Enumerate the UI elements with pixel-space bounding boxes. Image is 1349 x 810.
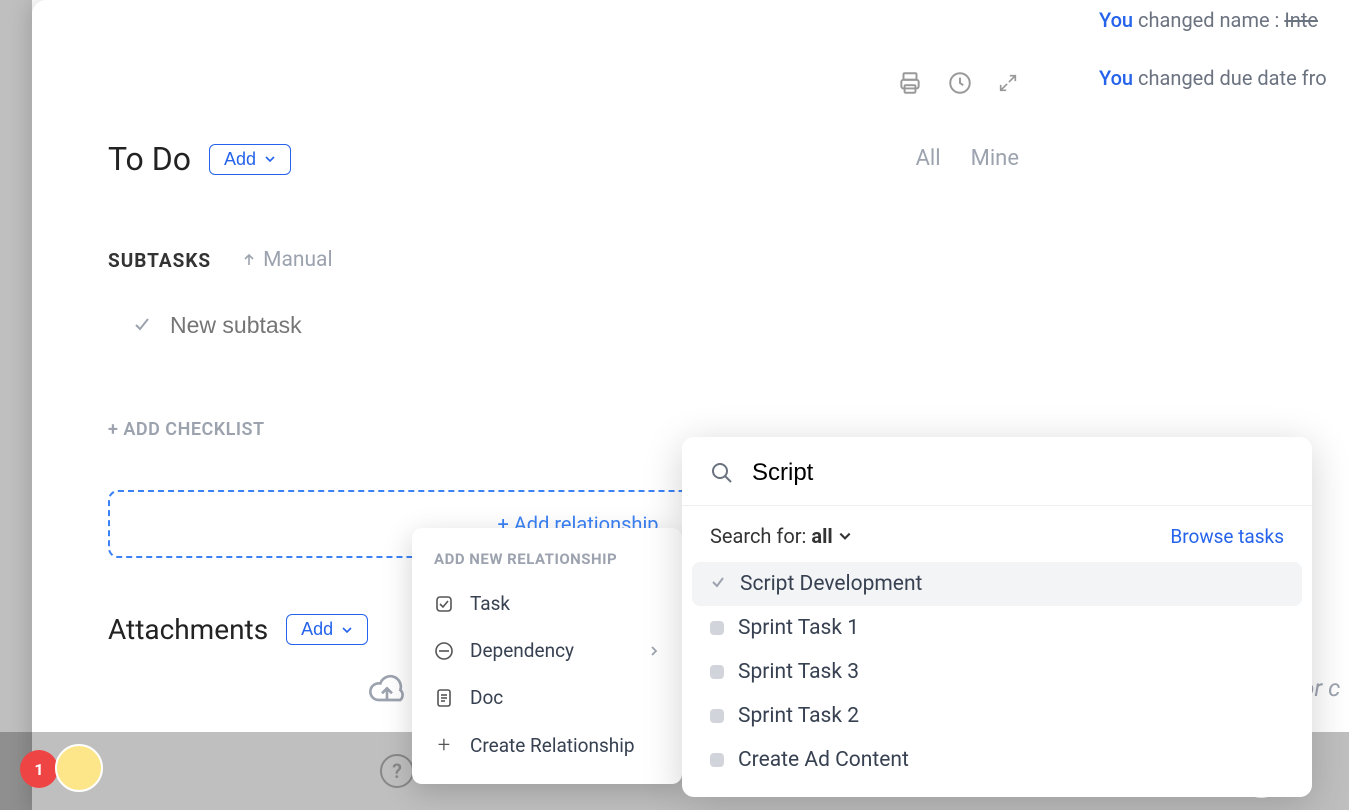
chevron-down-icon: [341, 624, 353, 636]
status-add-button[interactable]: Add: [209, 144, 291, 175]
search-for-label[interactable]: Search for: all: [710, 524, 852, 548]
activity-user: You: [1099, 8, 1133, 32]
status-box-icon: [710, 621, 724, 635]
subtask-row: [108, 312, 1058, 339]
search-result-item[interactable]: Create Ad Content: [692, 738, 1302, 782]
left-backdrop: [0, 0, 32, 810]
task-icon: [434, 594, 454, 614]
search-result-item[interactable]: Sprint Task 1: [692, 606, 1302, 650]
cloud-upload-icon: [367, 670, 407, 710]
check-icon: [710, 572, 726, 596]
chevron-right-icon: [648, 645, 660, 657]
status-box-icon: [710, 753, 724, 767]
search-result-item[interactable]: Script Development: [692, 562, 1302, 606]
expand-icon[interactable]: [997, 72, 1019, 98]
dropdown-item-dependency[interactable]: Dependency: [412, 627, 682, 674]
subtasks-header: SUBTASKS Manual: [108, 248, 1058, 272]
status-row: To Do Add: [108, 140, 1058, 178]
chevron-down-icon: [264, 153, 276, 165]
subtasks-label: SUBTASKS: [108, 249, 211, 272]
dependency-icon: [434, 641, 454, 661]
toolbar-icons: [897, 70, 1019, 100]
arrow-up-icon: [241, 252, 257, 268]
activity-item: You changed due date fro: [1099, 64, 1349, 92]
history-icon[interactable]: [947, 70, 973, 100]
attachments-label: Attachments: [108, 613, 268, 646]
search-input[interactable]: [752, 459, 1284, 487]
status-label: To Do: [108, 140, 191, 178]
dropdown-item-doc[interactable]: Doc: [412, 674, 682, 721]
doc-icon: [434, 688, 454, 708]
search-results: Script Development Sprint Task 1 Sprint …: [682, 562, 1312, 782]
search-filter-row: Search for: all Browse tasks: [682, 506, 1312, 562]
dropdown-header: ADD NEW RELATIONSHIP: [412, 544, 682, 580]
search-result-item[interactable]: Sprint Task 2: [692, 694, 1302, 738]
chevron-down-icon: [838, 529, 852, 543]
status-box-icon: [710, 709, 724, 723]
dropdown-item-create[interactable]: + Create Relationship: [412, 721, 682, 770]
search-bar: [682, 437, 1312, 506]
task-search-panel: Search for: all Browse tasks Script Deve…: [682, 437, 1312, 797]
activity-user: You: [1099, 66, 1133, 90]
search-result-item[interactable]: Sprint Task 3: [692, 650, 1302, 694]
browse-tasks-link[interactable]: Browse tasks: [1170, 525, 1284, 548]
search-icon: [710, 461, 734, 485]
status-box-icon: [710, 665, 724, 679]
notification-badge[interactable]: 1: [20, 750, 58, 788]
attachments-add-button[interactable]: Add: [286, 614, 368, 645]
new-subtask-input[interactable]: [170, 312, 570, 339]
subtasks-sort[interactable]: Manual: [241, 248, 332, 272]
relationship-dropdown: ADD NEW RELATIONSHIP Task Dependency Doc…: [412, 528, 682, 784]
activity-log: You changed name : Inte You changed due …: [1099, 0, 1349, 128]
help-icon[interactable]: ?: [380, 754, 414, 788]
dropdown-item-task[interactable]: Task: [412, 580, 682, 627]
check-icon: [132, 314, 152, 338]
avatar[interactable]: [55, 744, 103, 792]
print-icon[interactable]: [897, 70, 923, 100]
activity-item: You changed name : Inte: [1099, 6, 1349, 34]
plus-icon: +: [434, 733, 454, 758]
